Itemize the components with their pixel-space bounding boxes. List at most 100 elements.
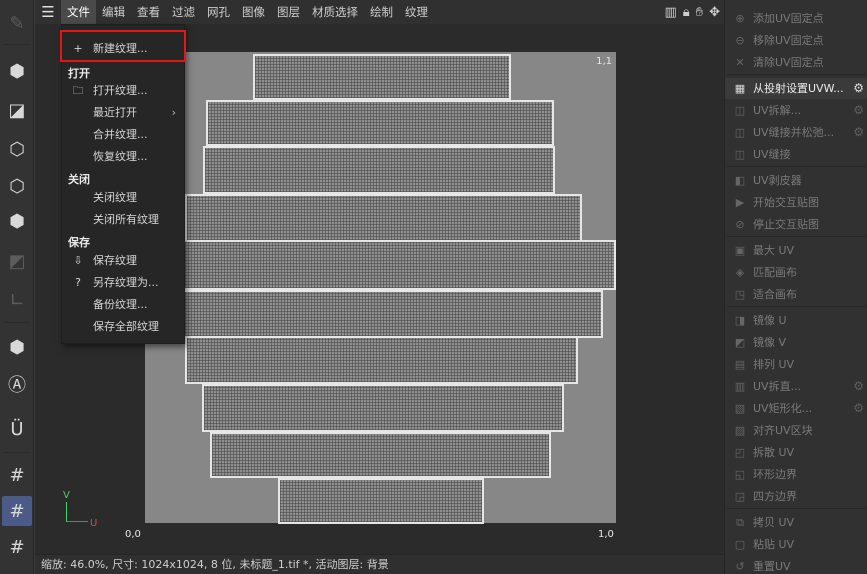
uv-island[interactable] xyxy=(278,478,484,524)
uv-island[interactable] xyxy=(183,290,603,338)
menu-paint[interactable]: 绘制 xyxy=(364,0,399,24)
point-mode-icon[interactable]: ⬡ xyxy=(2,134,32,164)
axis-icon[interactable]: ∟ xyxy=(2,285,32,315)
uv-command-label: 环形边界 xyxy=(753,468,797,481)
divider xyxy=(727,306,866,307)
grid-icon[interactable]: # xyxy=(2,460,32,490)
divider xyxy=(4,322,30,323)
lock-icon[interactable]: 🔒︎ xyxy=(683,5,690,20)
highlight-annotation xyxy=(60,30,186,62)
question-icon: ? xyxy=(75,276,81,289)
menu-item-save-texture[interactable]: ⇩ 保存纹理 xyxy=(62,251,186,271)
uv-command-item[interactable]: ⊘ 停止交互贴图 xyxy=(725,214,867,235)
polygon-mode-icon[interactable]: ⬢ xyxy=(2,206,32,236)
uv-island[interactable] xyxy=(253,54,511,100)
edge-mode-icon[interactable]: ⬡ xyxy=(2,171,32,201)
menu-item-open-texture[interactable]: 🗀 打开纹理... xyxy=(62,81,186,101)
pen-tool-icon[interactable]: ✎ xyxy=(2,8,32,38)
gear-icon[interactable]: ⚙ xyxy=(853,122,864,143)
menu-texture[interactable]: 纹理 xyxy=(399,0,434,24)
uv-command-item[interactable]: ⊕ 添加UV固定点 xyxy=(725,8,867,29)
menu-item-restore-texture[interactable]: 恢复纹理... xyxy=(62,147,186,167)
uv-command-item[interactable]: ◫ UV缝接 xyxy=(725,144,867,165)
hamburger-icon[interactable]: ☰ xyxy=(35,0,61,24)
divider xyxy=(727,166,866,167)
uv-command-item[interactable]: ⧉ 拷贝 UV xyxy=(725,512,867,533)
uv-command-label: UV缝接并松弛... xyxy=(753,126,835,139)
move-icon[interactable]: ✥ xyxy=(709,5,720,20)
uv-command-item[interactable]: ▧ UV矩形化... ⚙ xyxy=(725,398,867,419)
uv-command-item[interactable]: ▤ 排列 UV xyxy=(725,354,867,375)
menu-filter[interactable]: 过滤 xyxy=(166,0,201,24)
uv-command-item[interactable]: ◳ 适合画布 xyxy=(725,284,867,305)
uv-command-item[interactable]: ⊖ 移除UV固定点 xyxy=(725,30,867,51)
uv-grid-icon[interactable]: # xyxy=(2,496,32,526)
uv-island[interactable] xyxy=(202,384,564,432)
menu-edit[interactable]: 编辑 xyxy=(96,0,131,24)
uv-command-item[interactable]: ▦ 从投射设置UVW... ⚙ xyxy=(725,78,867,99)
solo-view-icon[interactable]: ⬢ xyxy=(2,332,32,362)
text-tool-icon[interactable]: Ⓐ xyxy=(2,369,32,399)
menu-item-save-all-textures[interactable]: 保存全部纹理 xyxy=(62,317,186,337)
uv-command-item[interactable]: ◰ 拆散 UV xyxy=(725,442,867,463)
menu-file[interactable]: 文件 xyxy=(61,0,96,24)
menu-view[interactable]: 查看 xyxy=(131,0,166,24)
gear-icon[interactable]: ⚙ xyxy=(853,100,864,121)
uv-island[interactable] xyxy=(177,240,616,290)
uv-polygon-icon[interactable]: ◩ xyxy=(2,246,32,276)
menu-item-save-texture-as[interactable]: ? 另存纹理为... xyxy=(62,273,186,293)
gear-icon[interactable]: ⚙ xyxy=(853,78,864,99)
uv-island[interactable] xyxy=(185,336,578,384)
uv-canvas[interactable]: 1,1 xyxy=(145,52,616,524)
object-mode-icon[interactable]: ◪ xyxy=(2,95,32,125)
uv-command-item[interactable]: ▣ 最大 UV xyxy=(725,240,867,261)
hand-icon[interactable]: ✋︎ xyxy=(696,5,703,20)
uv-command-item[interactable]: ◱ 环形边界 xyxy=(725,464,867,485)
uv-island[interactable] xyxy=(185,194,582,242)
uv-command-item[interactable]: ▨ 对齐UV区块 xyxy=(725,420,867,441)
uv-command-item[interactable]: ◩ 镜像 V xyxy=(725,332,867,353)
model-mode-icon[interactable]: ⬢ xyxy=(2,56,32,86)
uv-island[interactable] xyxy=(206,100,554,146)
uv-command-item[interactable]: ▶ 开始交互贴图 xyxy=(725,192,867,213)
uv-command-item[interactable]: ▢ 粘贴 UV xyxy=(725,534,867,555)
uv-command-label: UV拆解... xyxy=(753,104,802,117)
chart-icon[interactable]: ▥ xyxy=(664,5,676,20)
gear-icon[interactable]: ⚙ xyxy=(853,398,864,419)
uv-command-item[interactable]: ▥ UV拆直... ⚙ xyxy=(725,376,867,397)
uv-island[interactable] xyxy=(203,146,555,194)
menu-item-close-all-textures[interactable]: 关闭所有纹理 xyxy=(62,210,186,230)
divider xyxy=(727,236,866,237)
magnet-icon[interactable]: Ü xyxy=(2,414,32,444)
uv-command-item[interactable]: ↺ 重置UV xyxy=(725,556,867,574)
menu-item-close-texture[interactable]: 关闭纹理 xyxy=(62,188,186,208)
uv-command-label: 从投射设置UVW... xyxy=(753,82,844,95)
uv-command-label: 添加UV固定点 xyxy=(753,12,824,25)
uv-command-item[interactable]: ◨ 镜像 U xyxy=(725,310,867,331)
menu-item-label: 保存纹理 xyxy=(93,254,137,267)
menu-image[interactable]: 图像 xyxy=(236,0,271,24)
uv-command-item[interactable]: ◫ UV缝接并松弛... ⚙ xyxy=(725,122,867,143)
uv-command-item[interactable]: ✕ 清除UV固定点 xyxy=(725,52,867,73)
uv-command-item[interactable]: ◲ 四方边界 xyxy=(725,486,867,507)
divider xyxy=(727,508,866,509)
menu-item-merge-texture[interactable]: 合并纹理... xyxy=(62,125,186,145)
menu-material-select[interactable]: 材质选择 xyxy=(306,0,364,24)
file-dropdown-menu: + 新建纹理... 打开 🗀 打开纹理... 最近打开 › 合并纹理... 恢复… xyxy=(61,24,185,344)
menu-item-label: 打开纹理... xyxy=(93,84,148,97)
menu-mesh[interactable]: 网孔 xyxy=(201,0,236,24)
uv-command-item[interactable]: ◧ UV剥皮器 xyxy=(725,170,867,191)
uv-command-label: 移除UV固定点 xyxy=(753,34,824,47)
menu-item-backup-texture[interactable]: 备份纹理... xyxy=(62,295,186,315)
grid-text-icon[interactable]: # xyxy=(2,532,32,562)
uv-command-item[interactable]: ◈ 匹配画布 xyxy=(725,262,867,283)
folder-icon: 🗀 xyxy=(72,84,84,97)
uv-island[interactable] xyxy=(210,432,551,478)
uv-command-label: 开始交互贴图 xyxy=(753,196,819,209)
uv-command-label: 对齐UV区块 xyxy=(753,424,813,437)
gear-icon[interactable]: ⚙ xyxy=(853,376,864,397)
view-controls: ▥ 🔒︎ ✋︎ ✥ xyxy=(664,0,720,24)
menu-item-recent[interactable]: 最近打开 › xyxy=(62,103,186,123)
menu-layer[interactable]: 图层 xyxy=(271,0,306,24)
uv-command-item[interactable]: ◫ UV拆解... ⚙ xyxy=(725,100,867,121)
